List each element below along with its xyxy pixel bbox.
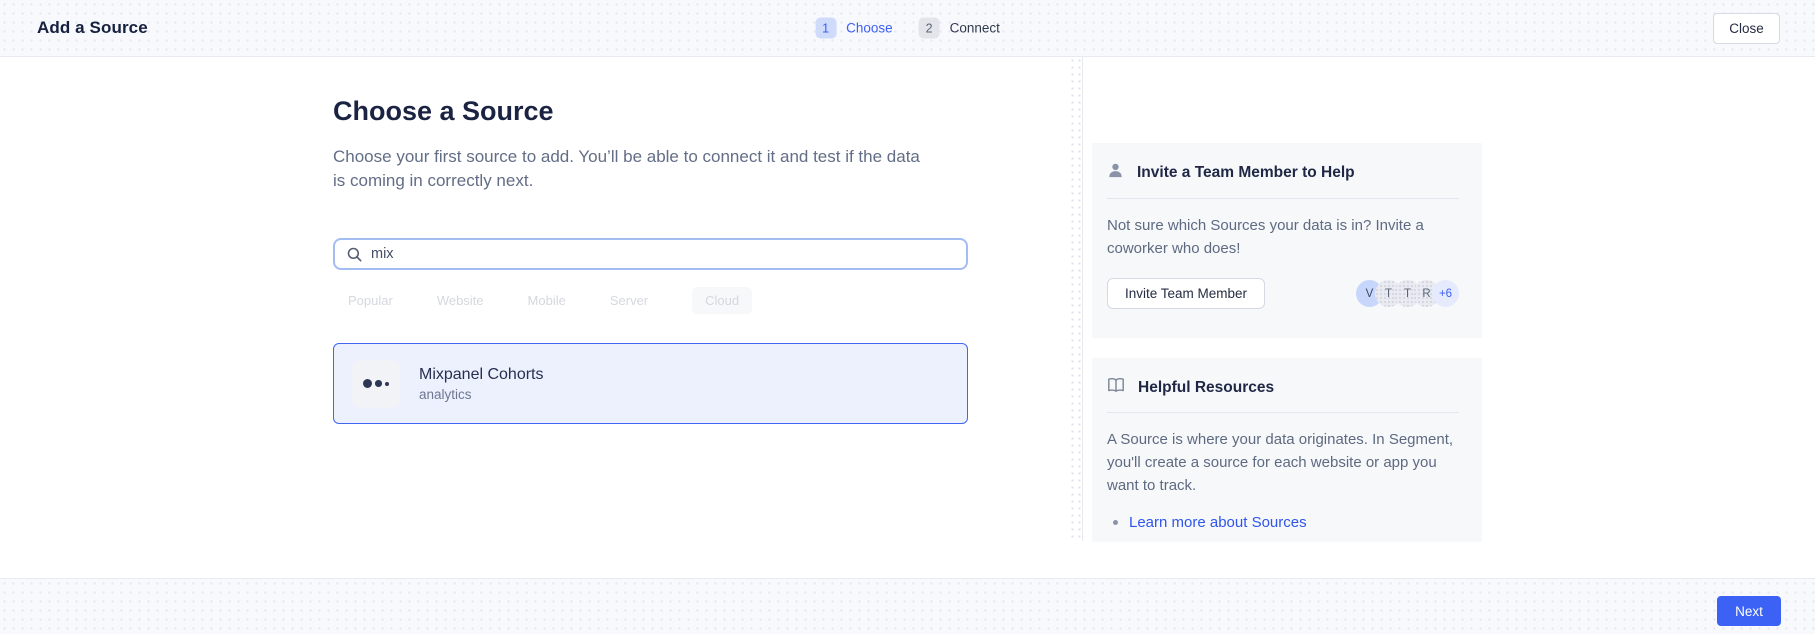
search-input[interactable]: [371, 240, 966, 268]
choose-source-description: Choose your first source to add. You’ll …: [333, 145, 928, 193]
person-icon: [1107, 162, 1124, 184]
bottom-bar: Next: [0, 578, 1815, 634]
close-button[interactable]: Close: [1713, 13, 1780, 44]
step-choose[interactable]: 1 Choose: [815, 18, 893, 39]
bullet-icon: [1113, 520, 1118, 525]
book-icon: [1107, 377, 1125, 398]
category-filter-tabs: Popular Website Mobile Server Cloud: [348, 287, 752, 314]
source-search[interactable]: [333, 238, 968, 270]
filter-tab-cloud[interactable]: Cloud: [692, 287, 752, 314]
step-choose-label: Choose: [846, 21, 893, 36]
step-connect[interactable]: 2 Connect: [919, 18, 1000, 39]
divider-dot-texture: [1069, 57, 1082, 541]
invite-panel-divider: [1107, 198, 1459, 199]
learn-more-sources-link[interactable]: Learn more about Sources: [1129, 514, 1307, 531]
filter-tab-popular[interactable]: Popular: [348, 293, 393, 308]
resources-panel-body: A Source is where your data originates. …: [1107, 428, 1455, 497]
invite-team-member-button[interactable]: Invite Team Member: [1107, 278, 1265, 309]
invite-row: Invite Team Member V T T R +6: [1107, 278, 1459, 309]
step-choose-number: 1: [815, 18, 836, 39]
top-bar: Add a Source 1 Choose 2 Connect Close: [0, 0, 1815, 57]
filter-tab-server[interactable]: Server: [610, 293, 648, 308]
resources-panel-divider: [1107, 412, 1459, 413]
step-connect-label: Connect: [950, 21, 1000, 36]
resources-panel-title: Helpful Resources: [1138, 379, 1274, 397]
invite-team-panel: Invite a Team Member to Help Not sure wh…: [1092, 143, 1482, 338]
invite-panel-body: Not sure which Sources your data is in? …: [1107, 214, 1455, 260]
invite-panel-header: Invite a Team Member to Help: [1107, 159, 1459, 184]
choose-source-heading: Choose a Source: [333, 96, 554, 127]
content-divider: [1082, 57, 1083, 541]
invite-panel-title: Invite a Team Member to Help: [1137, 164, 1355, 182]
source-meta: Mixpanel Cohorts analytics: [419, 366, 544, 402]
next-button[interactable]: Next: [1717, 596, 1781, 626]
source-option-mixpanel-cohorts[interactable]: Mixpanel Cohorts analytics: [333, 343, 968, 424]
avatar-overflow-badge[interactable]: +6: [1432, 280, 1459, 307]
helpful-resources-panel: Helpful Resources A Source is where your…: [1092, 358, 1482, 542]
add-source-modal: Add a Source 1 Choose 2 Connect Close Ch…: [0, 0, 1815, 634]
teammate-avatar-stack: V T T R +6: [1356, 280, 1459, 307]
source-title: Mixpanel Cohorts: [419, 366, 544, 384]
search-icon: [347, 247, 362, 262]
resource-link-row: Learn more about Sources: [1107, 514, 1459, 531]
mixpanel-logo-icon: [352, 360, 400, 408]
stepper: 1 Choose 2 Connect: [815, 18, 1000, 39]
resources-panel-header: Helpful Resources: [1107, 374, 1459, 398]
filter-tab-website[interactable]: Website: [437, 293, 484, 308]
filter-tab-mobile[interactable]: Mobile: [528, 293, 566, 308]
step-connect-number: 2: [919, 18, 940, 39]
page-title: Add a Source: [37, 18, 148, 38]
source-category: analytics: [419, 387, 544, 402]
